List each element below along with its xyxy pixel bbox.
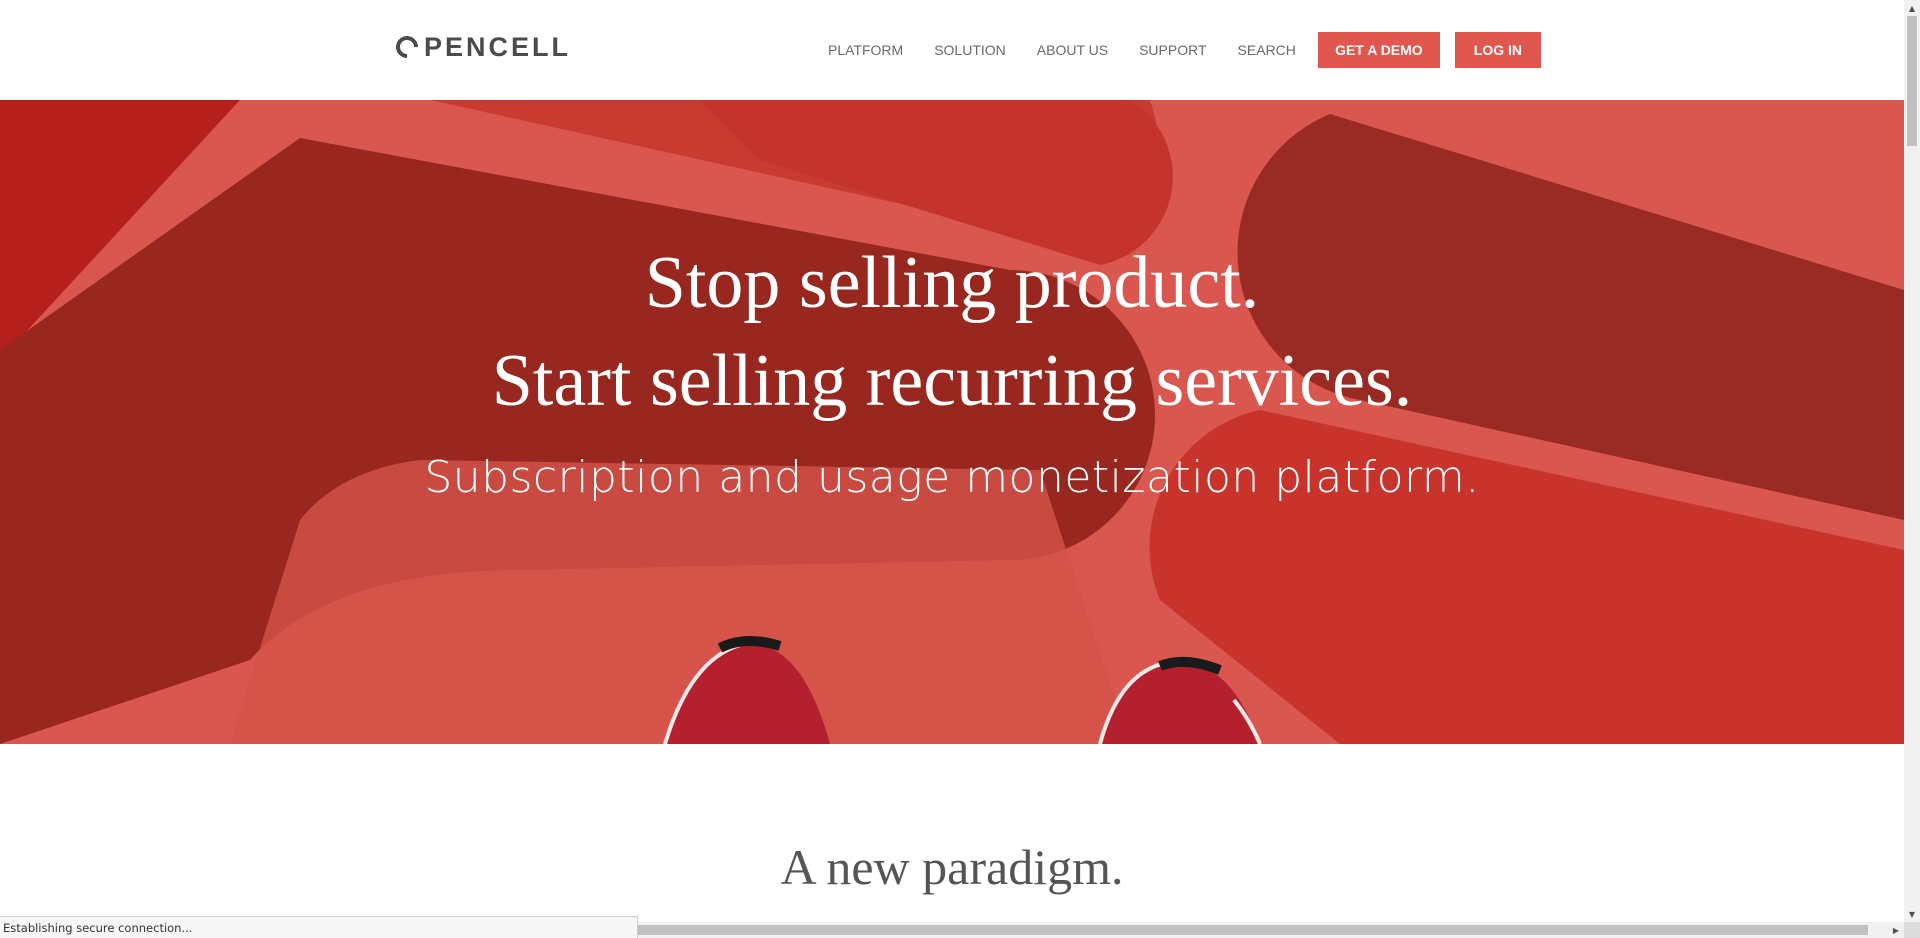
hero-headline-line1: Stop selling product.	[644, 242, 1260, 324]
browser-status-bar: Establishing secure connection...	[0, 916, 638, 938]
nav-support[interactable]: SUPPORT	[1139, 42, 1206, 58]
hero-subtitle: Subscription and usage monetization plat…	[424, 452, 1480, 503]
nav-about-us[interactable]: ABOUT US	[1037, 42, 1108, 58]
opencell-logo[interactable]: PENCELL	[391, 30, 572, 64]
main-nav: PLATFORM SOLUTION ABOUT US SUPPORT SEARC…	[828, 32, 1541, 68]
logo-text: PENCELL	[424, 31, 572, 62]
vertical-scroll-thumb[interactable]	[1907, 16, 1917, 146]
hero-background-image	[0, 100, 1904, 744]
opencell-logo-icon	[391, 31, 423, 63]
nav-solution[interactable]: SOLUTION	[934, 42, 1006, 58]
scroll-up-arrow-icon[interactable]: ▲	[1904, 0, 1920, 16]
vertical-scrollbar[interactable]: ▲ ▼	[1904, 0, 1920, 922]
section-title: A new paradigm.	[780, 839, 1124, 895]
hero-banner: Stop selling product. Start selling recu…	[0, 100, 1904, 744]
nav-search[interactable]: SEARCH	[1238, 42, 1296, 58]
scroll-right-arrow-icon[interactable]: ▶	[1888, 922, 1904, 938]
scrollbar-corner	[1904, 922, 1920, 938]
hero-headline-line2: Start selling recurring services.	[491, 340, 1413, 422]
horizontal-scroll-thumb[interactable]	[638, 925, 1868, 935]
site-header: PENCELL PLATFORM SOLUTION ABOUT US SUPPO…	[0, 0, 1904, 100]
scroll-down-arrow-icon[interactable]: ▼	[1904, 906, 1920, 922]
nav-platform[interactable]: PLATFORM	[828, 42, 903, 58]
get-a-demo-button[interactable]: GET A DEMO	[1317, 32, 1440, 68]
log-in-button[interactable]: LOG IN	[1454, 32, 1541, 68]
